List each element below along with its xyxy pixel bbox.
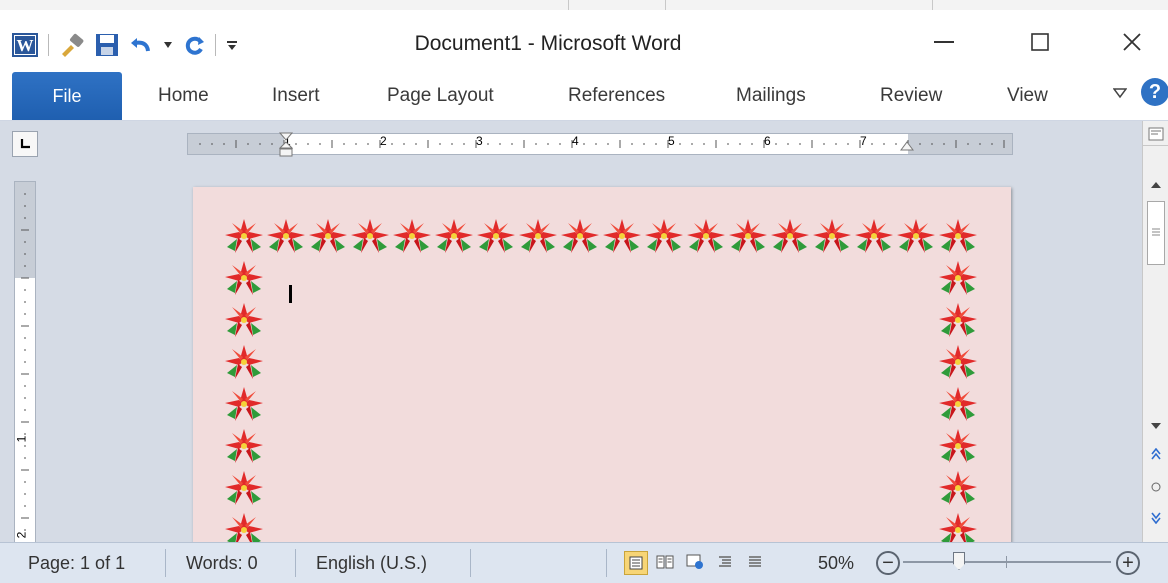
document-workspace: 1 2 3 4 5 6 7 1 2 [0, 121, 1168, 547]
status-words[interactable]: Words: 0 [186, 553, 258, 574]
poinsettia-border-icon [475, 217, 517, 259]
close-icon[interactable] [1108, 26, 1156, 58]
next-page-icon[interactable] [1151, 511, 1161, 529]
ruler-ticks [199, 140, 1005, 148]
first-line-indent-marker[interactable] [278, 132, 294, 163]
poinsettia-border-icon [223, 469, 265, 511]
poinsettia-border-icon [853, 217, 895, 259]
page-border-top [223, 217, 979, 259]
poinsettia-border-icon [223, 385, 265, 427]
ruler-number: 2 [380, 134, 387, 148]
poinsettia-border-icon [811, 217, 853, 259]
strip-divider [932, 0, 933, 10]
print-layout-icon[interactable] [624, 551, 648, 575]
zoom-out-button[interactable]: − [876, 551, 900, 575]
zoom-in-button[interactable]: + [1116, 551, 1140, 575]
poinsettia-border-icon [895, 217, 937, 259]
poinsettia-border-icon [559, 217, 601, 259]
strip-divider [665, 0, 666, 10]
tab-file[interactable]: File [12, 72, 122, 120]
scroll-up-icon[interactable] [1150, 176, 1162, 194]
tab-mailings[interactable]: Mailings [736, 85, 806, 107]
draft-view-icon[interactable] [744, 551, 766, 573]
maximize-icon[interactable] [1016, 26, 1064, 58]
zoom-slider-center-mark [1006, 556, 1007, 568]
poinsettia-border-icon [349, 217, 391, 259]
tab-review[interactable]: Review [880, 85, 942, 107]
page-border-left [223, 259, 265, 547]
ruler-number: 7 [860, 134, 867, 148]
poinsettia-border-icon [643, 217, 685, 259]
title-bar: W Document1 - Microsoft Word [0, 10, 1168, 72]
tab-home[interactable]: Home [158, 85, 209, 107]
zoom-level[interactable]: 50% [818, 553, 854, 574]
status-divider [165, 549, 166, 577]
minimize-ribbon-icon[interactable] [1112, 86, 1128, 104]
page-border-right [937, 259, 979, 547]
poinsettia-border-icon [223, 343, 265, 385]
poinsettia-border-icon [937, 259, 979, 301]
ruler-number: 6 [764, 134, 771, 148]
minimize-icon[interactable] [920, 26, 968, 58]
document-page[interactable] [193, 187, 1011, 547]
poinsettia-border-icon [937, 217, 979, 259]
full-screen-reading-icon[interactable] [654, 551, 676, 573]
poinsettia-border-icon [517, 217, 559, 259]
ruler-number: 5 [668, 134, 675, 148]
status-divider [606, 549, 607, 577]
poinsettia-border-icon [937, 469, 979, 511]
poinsettia-border-icon [223, 427, 265, 469]
poinsettia-border-icon [391, 217, 433, 259]
status-page[interactable]: Page: 1 of 1 [28, 553, 125, 574]
poinsettia-border-icon [937, 427, 979, 469]
poinsettia-border-icon [769, 217, 811, 259]
view-ruler-icon[interactable] [1143, 121, 1168, 146]
ruler-number: 1 [14, 435, 29, 443]
zoom-slider-track[interactable] [903, 561, 1111, 563]
status-language[interactable]: English (U.S.) [316, 553, 427, 574]
ruler-number: 3 [476, 134, 483, 148]
ruler-ticks [21, 193, 29, 531]
status-bar: Page: 1 of 1 Words: 0 English (U.S.) 50%… [0, 542, 1168, 583]
help-icon[interactable]: ? [1141, 78, 1168, 106]
ruler-number: 4 [572, 134, 579, 148]
tab-page-layout[interactable]: Page Layout [387, 85, 494, 107]
zoom-slider-thumb[interactable] [953, 552, 965, 570]
web-layout-icon[interactable] [684, 551, 706, 573]
poinsettia-border-icon [685, 217, 727, 259]
tab-selector-icon[interactable] [12, 131, 38, 157]
horizontal-ruler[interactable]: 1 2 3 4 5 6 7 [187, 132, 1013, 157]
poinsettia-border-icon [937, 301, 979, 343]
tab-references[interactable]: References [568, 85, 665, 107]
vertical-ruler[interactable]: 1 2 [14, 181, 36, 546]
window-title: Document1 - Microsoft Word [414, 32, 682, 55]
poinsettia-border-icon [223, 259, 265, 301]
poinsettia-border-icon [223, 301, 265, 343]
poinsettia-border-icon [937, 343, 979, 385]
scrollbar-thumb[interactable] [1147, 201, 1165, 265]
strip-divider [568, 0, 569, 10]
poinsettia-border-icon [601, 217, 643, 259]
status-divider [295, 549, 296, 577]
previous-page-icon[interactable] [1151, 447, 1161, 465]
scroll-down-icon[interactable] [1150, 417, 1162, 435]
ruler-number: 2 [14, 531, 29, 539]
poinsettia-border-icon [265, 217, 307, 259]
ribbon-tabs: File Home Insert Page Layout References … [0, 72, 1168, 121]
poinsettia-border-icon [937, 385, 979, 427]
text-cursor [289, 285, 292, 303]
right-indent-marker[interactable] [900, 140, 914, 159]
poinsettia-border-icon [433, 217, 475, 259]
tab-view[interactable]: View [1007, 85, 1048, 107]
outline-view-icon[interactable] [714, 551, 736, 573]
poinsettia-border-icon [727, 217, 769, 259]
tab-insert[interactable]: Insert [272, 85, 320, 107]
vertical-scrollbar[interactable] [1142, 121, 1168, 542]
poinsettia-border-icon [223, 217, 265, 259]
select-browse-object-icon[interactable] [1151, 479, 1161, 497]
status-divider [470, 549, 471, 577]
poinsettia-border-icon [307, 217, 349, 259]
